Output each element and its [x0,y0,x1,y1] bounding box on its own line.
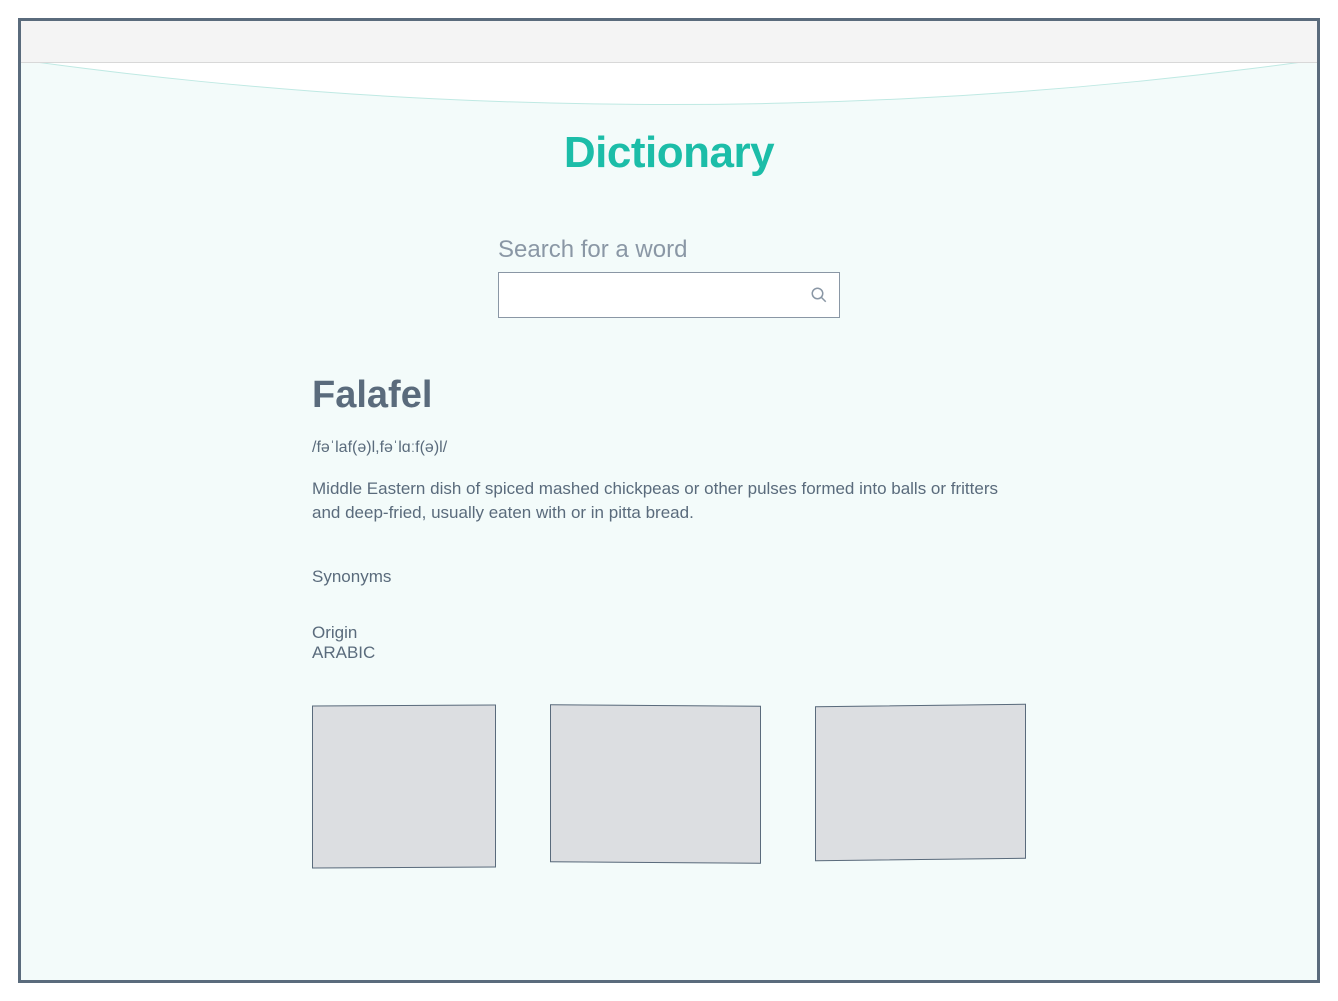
word-heading: Falafel [312,374,1026,417]
title-bar [21,21,1317,63]
content-area: Dictionary Search for a word Falafel [21,63,1317,980]
search-section: Search for a word [498,236,840,318]
search-box[interactable] [498,272,840,318]
definition: Middle Eastern dish of spiced mashed chi… [312,477,1026,525]
page-content: Dictionary Search for a word Falafel [21,63,1317,868]
image-row [312,705,1026,868]
synonyms-label: Synonyms [312,567,1026,587]
image-placeholder [550,704,761,863]
search-label: Search for a word [498,236,840,264]
image-placeholder [312,704,496,868]
origin-label: Origin [312,623,1026,643]
app-title: Dictionary [21,128,1317,178]
search-icon[interactable] [799,286,839,304]
entry-section: Falafel /fəˈlaf(ə)l,fəˈlɑːf(ə)l/ Middle … [304,374,1034,868]
pronunciation: /fəˈlaf(ə)l,fəˈlɑːf(ə)l/ [312,439,1026,457]
search-input[interactable] [499,273,799,317]
origin-value: ARABIC [312,643,1026,663]
window-frame: Dictionary Search for a word Falafel [18,18,1320,983]
image-placeholder [815,703,1026,861]
